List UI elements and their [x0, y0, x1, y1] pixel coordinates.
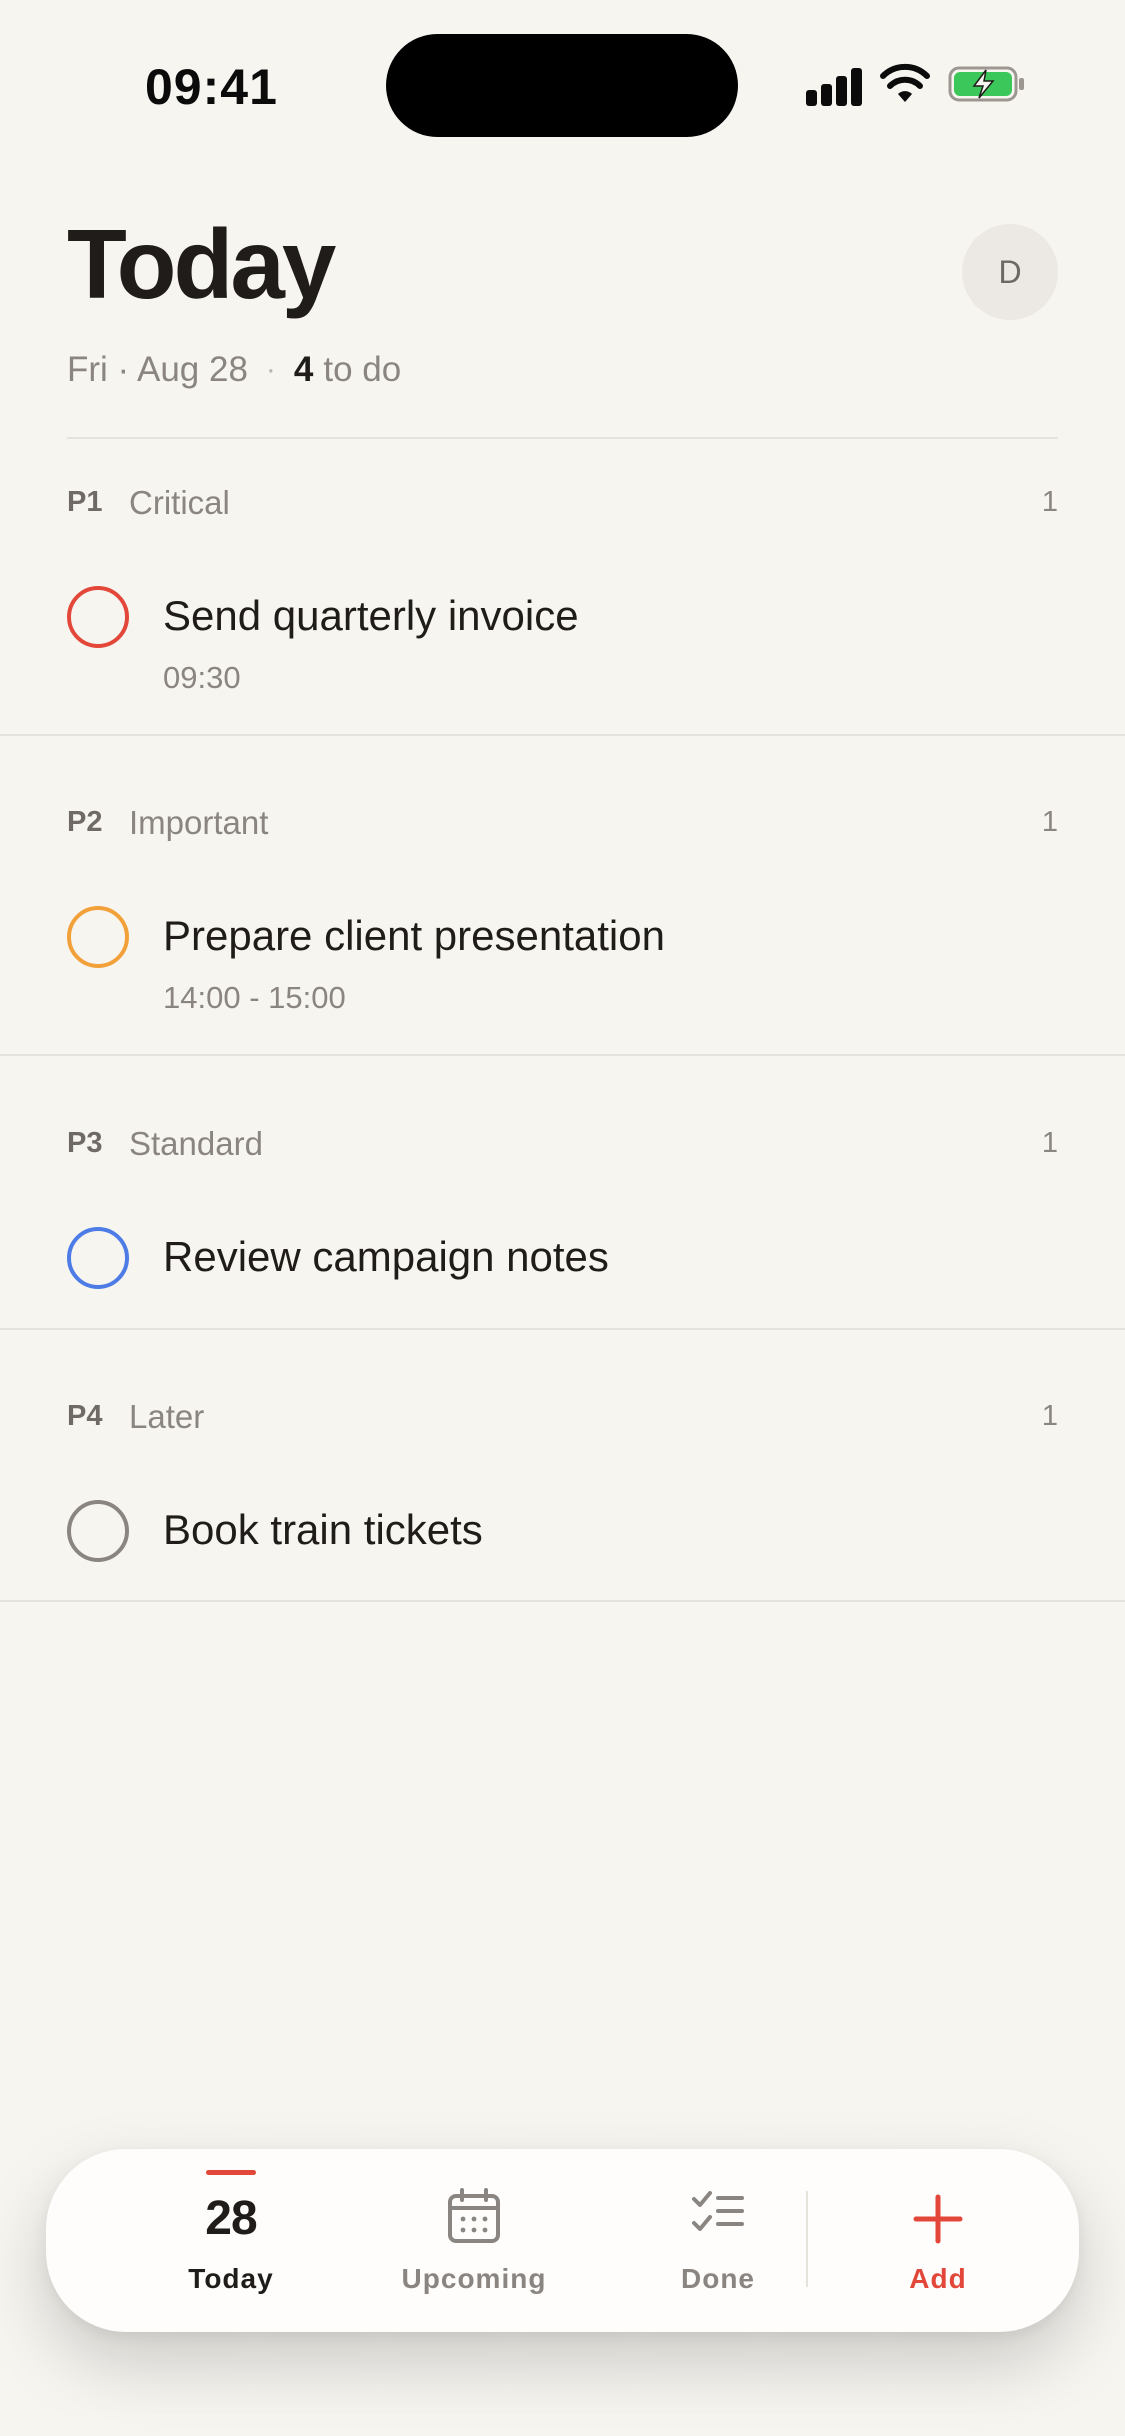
status-time: 09:41	[145, 59, 278, 115]
complete-checkbox[interactable]	[67, 1500, 129, 1562]
current-date: Fri · Aug 28	[67, 350, 248, 389]
active-tab-indicator	[206, 2170, 256, 2175]
priority-code: P1	[67, 486, 103, 518]
tab-upcoming[interactable]: Upcoming	[364, 2149, 584, 2332]
task-time: 09:30	[163, 660, 241, 695]
priority-name: Later	[129, 1398, 205, 1435]
task-item[interactable]: Review campaign notes	[0, 1225, 1125, 1305]
dynamic-island	[386, 34, 738, 137]
tab-label: Today	[188, 2263, 274, 2294]
priority-code: P2	[67, 806, 103, 838]
section-divider	[0, 1600, 1125, 1602]
complete-checkbox[interactable]	[67, 586, 129, 648]
priority-code: P3	[67, 1127, 103, 1159]
section-divider	[0, 1054, 1125, 1056]
priority-name: Important	[129, 804, 269, 841]
priority-code: P4	[67, 1400, 103, 1432]
tab-label: Done	[681, 2263, 755, 2294]
section-header: P1 Critical 1	[67, 484, 1058, 534]
add-task-button[interactable]: Add	[828, 2149, 1048, 2332]
task-item[interactable]: Send quarterly invoice 09:30	[0, 584, 1125, 704]
status-bar: 09:41	[0, 0, 1125, 170]
checklist-icon	[692, 2191, 744, 2231]
task-title: Book train tickets	[163, 1506, 483, 1553]
priority-name: Critical	[129, 484, 230, 521]
priority-count: 1	[1041, 1400, 1058, 1432]
todo-label: to do	[323, 350, 402, 389]
task-time: 14:00 - 15:00	[163, 980, 346, 1015]
priority-count: 1	[1041, 486, 1058, 518]
task-title: Review campaign notes	[163, 1233, 609, 1280]
task-title: Send quarterly invoice	[163, 592, 579, 639]
battery-charging-icon	[948, 66, 1024, 102]
date-summary: Fri · Aug 28 · 4 to do	[67, 350, 401, 390]
avatar-initial: D	[998, 253, 1022, 290]
wifi-icon	[880, 63, 930, 102]
avatar[interactable]: D	[962, 224, 1058, 320]
complete-checkbox[interactable]	[67, 1227, 129, 1289]
tab-today[interactable]: 28 Today	[121, 2149, 341, 2332]
tab-label: Upcoming	[401, 2263, 547, 2294]
header-divider	[67, 437, 1058, 439]
cellular-signal-icon	[806, 66, 862, 106]
tab-done[interactable]: Done	[608, 2149, 828, 2332]
calendar-icon	[448, 2188, 500, 2243]
page-title: Today	[67, 209, 336, 319]
task-title: Prepare client presentation	[163, 912, 665, 959]
today-date-icon: 28	[205, 2192, 257, 2245]
plus-icon	[913, 2194, 963, 2244]
todo-count: 4	[293, 350, 314, 389]
nav-separator	[806, 2191, 808, 2287]
priority-count: 1	[1041, 1127, 1058, 1159]
section-header: P3 Standard 1	[67, 1125, 1058, 1175]
section-divider	[0, 734, 1125, 736]
section-header: P4 Later 1	[67, 1398, 1058, 1448]
separator-dot: ·	[265, 353, 276, 386]
task-item[interactable]: Book train tickets	[0, 1498, 1125, 1578]
bottom-nav: 28 Today Upcoming Done Add	[46, 2149, 1079, 2332]
tab-label: Add	[909, 2263, 967, 2294]
section-divider	[0, 1328, 1125, 1330]
complete-checkbox[interactable]	[67, 906, 129, 968]
priority-name: Standard	[129, 1125, 263, 1162]
priority-count: 1	[1041, 806, 1058, 838]
task-item[interactable]: Prepare client presentation 14:00 - 15:0…	[0, 904, 1125, 1024]
section-header: P2 Important 1	[67, 804, 1058, 854]
